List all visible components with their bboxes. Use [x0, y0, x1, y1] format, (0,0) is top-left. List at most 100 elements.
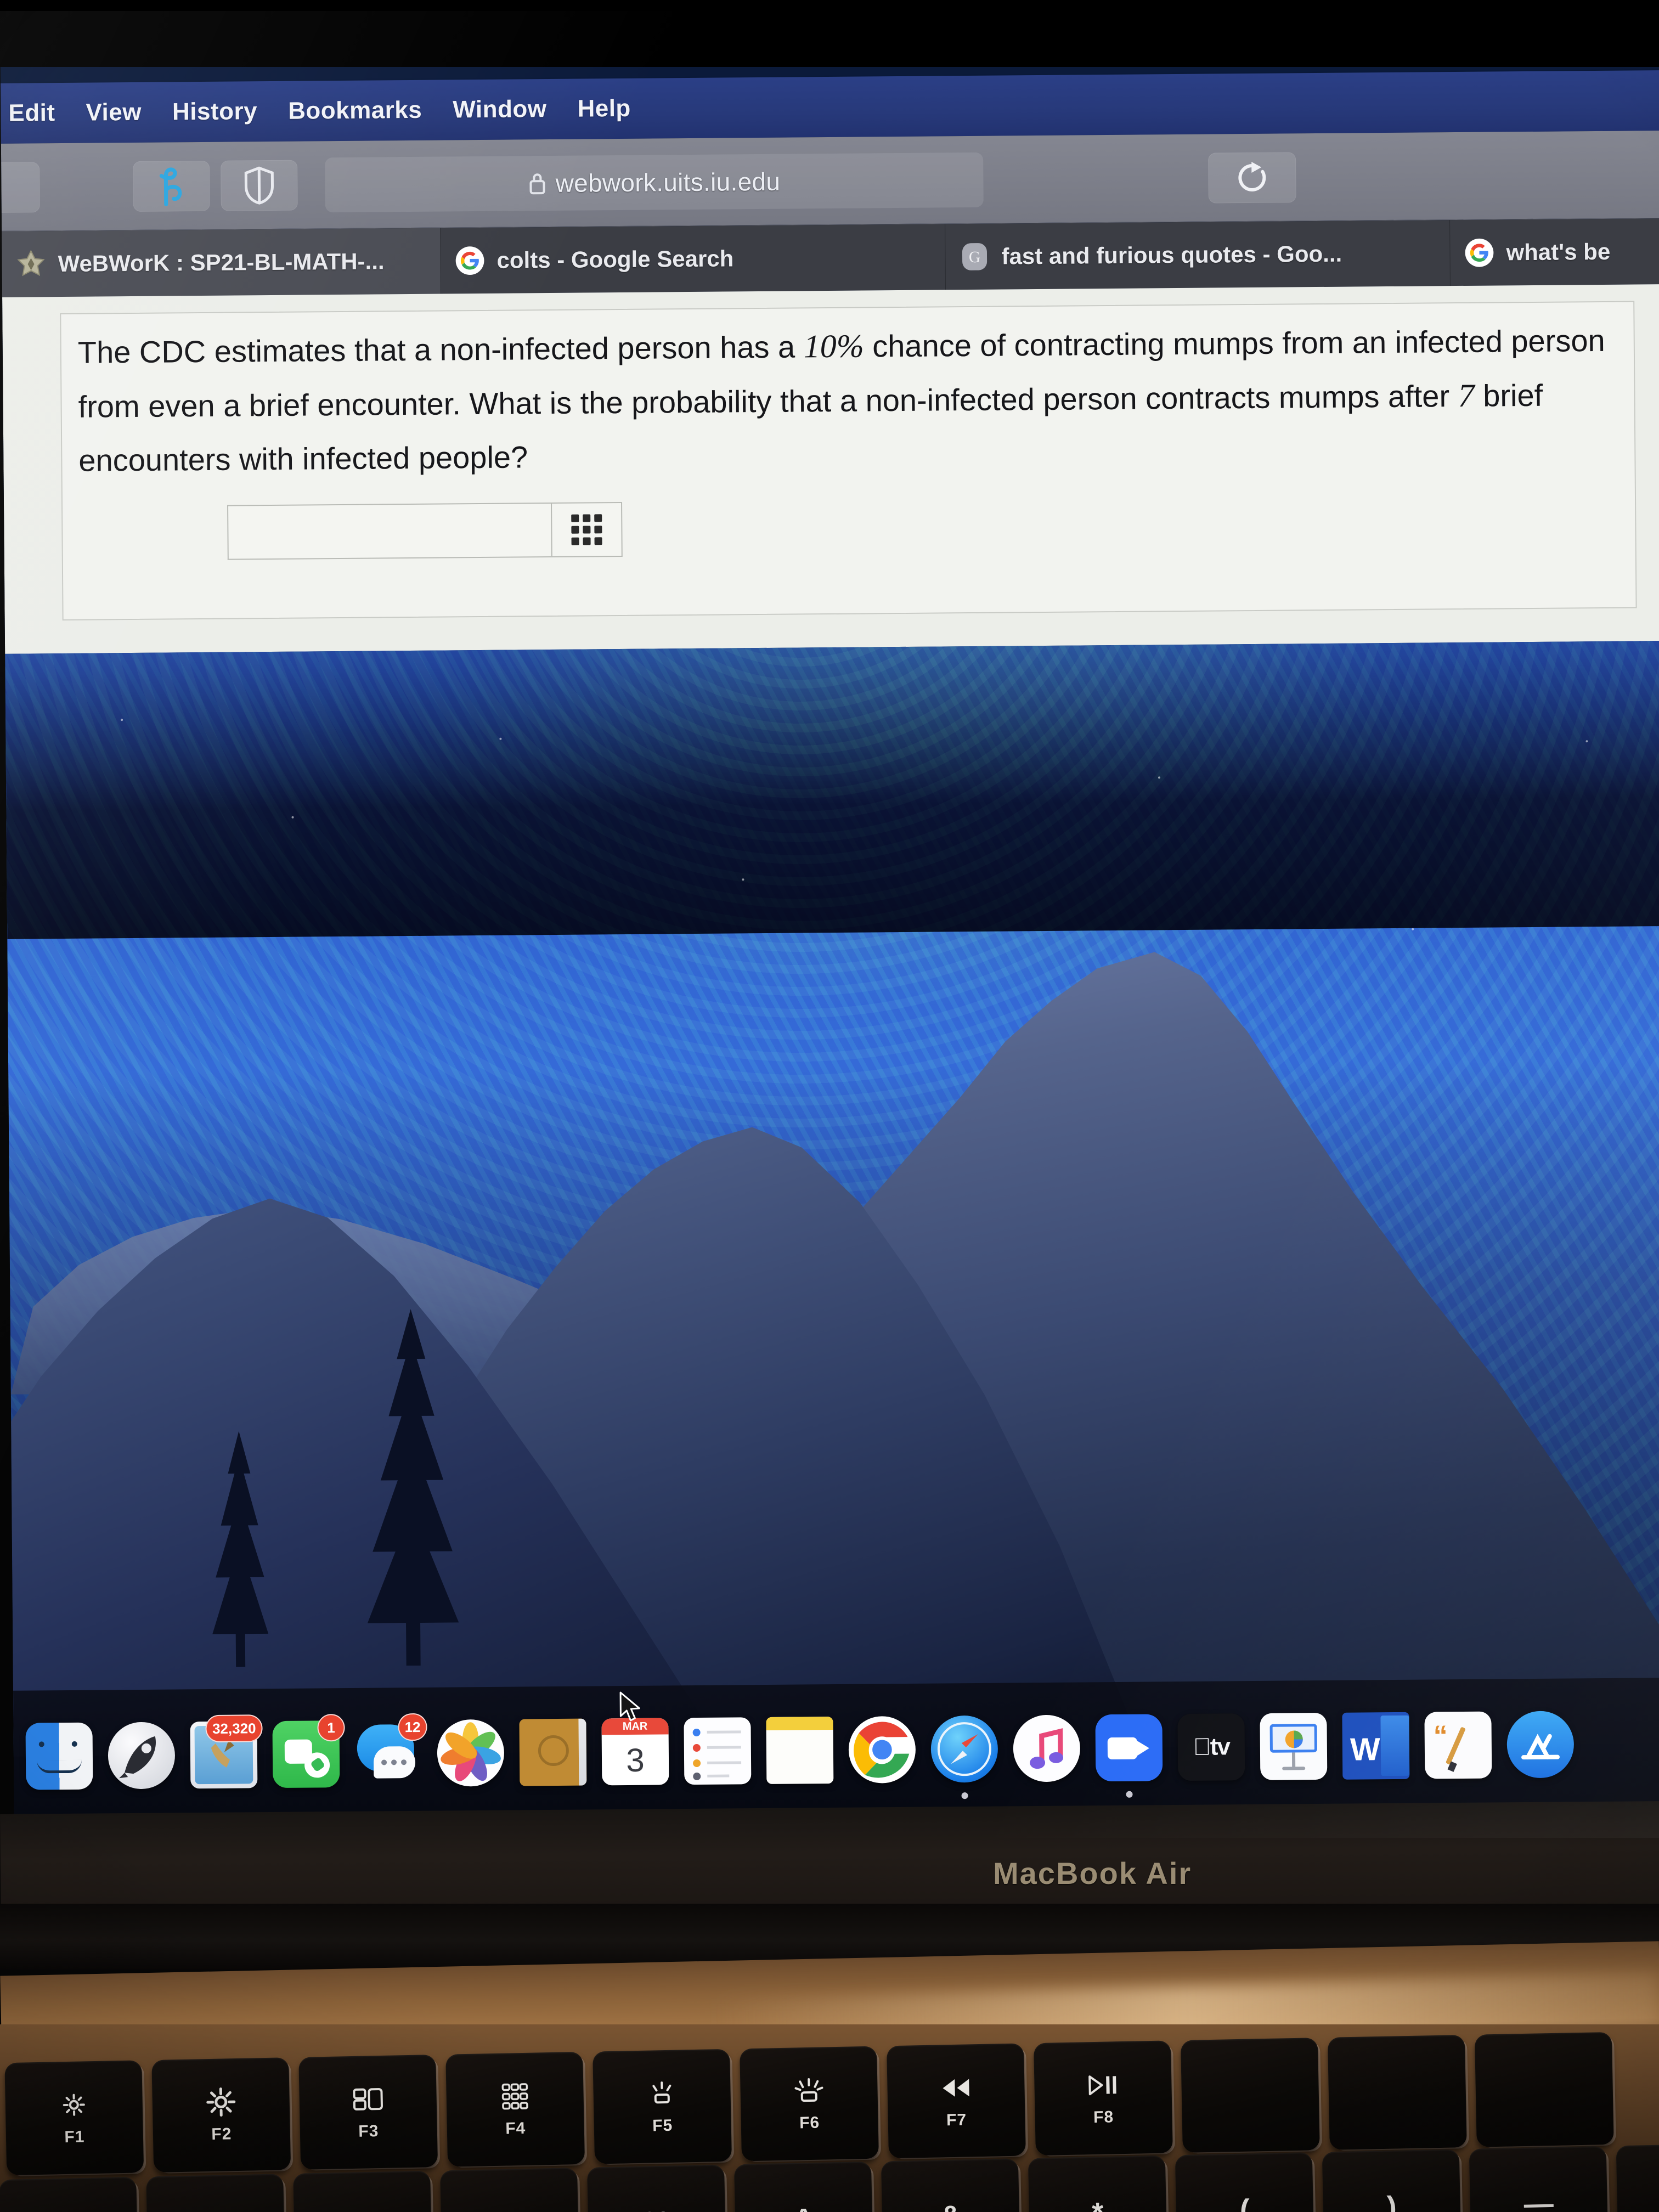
dock-item-messages[interactable]: 12: [347, 1712, 430, 1795]
tab-colts-google-search[interactable]: colts - Google Search: [441, 224, 946, 294]
dock-item-zoom[interactable]: [1087, 1706, 1170, 1798]
tab-label: colts - Google Search: [496, 245, 734, 273]
key-5[interactable]: %: [586, 2164, 727, 2212]
problem-statement: The CDC estimates that a non-infected pe…: [77, 313, 1626, 488]
problem-text-part1: The CDC estimates that a non-infected pe…: [77, 329, 804, 370]
webwork-favicon: [16, 249, 46, 279]
macos-dock: 32,320 1 12 MAR 3 tv W “: [13, 1678, 1659, 1822]
dock-item-reminders[interactable]: [676, 1709, 759, 1792]
safari-toolbar: webwork.uits.iu.edu: [0, 131, 1659, 232]
dock-item-facetime[interactable]: 1: [264, 1713, 347, 1796]
key-3[interactable]: #: [293, 2170, 433, 2212]
key-f2[interactable]: F2: [151, 2057, 291, 2172]
key-9[interactable]: (: [1175, 2152, 1314, 2212]
key-7[interactable]: &: [881, 2158, 1021, 2212]
key-symbol: &: [940, 2199, 962, 2212]
key-label: F2: [211, 2124, 232, 2143]
dock-item-keynote[interactable]: [1252, 1705, 1335, 1788]
key-symbol: ^: [795, 2202, 813, 2212]
google-favicon: [1464, 238, 1494, 267]
problem-percent-value: 10%: [803, 328, 864, 365]
dock-item-apple-tv[interactable]: tv: [1170, 1706, 1252, 1788]
sidebar-icon[interactable]: [0, 162, 40, 213]
key-f5[interactable]: F5: [592, 2049, 732, 2164]
dock-item-launchpad[interactable]: [100, 1714, 183, 1797]
key-f8[interactable]: F8: [1033, 2040, 1173, 2156]
laptop-photo: Edit View History Bookmarks Window Help: [0, 0, 1659, 2212]
key-label: F7: [946, 2111, 967, 2129]
dock-item-notes[interactable]: [758, 1709, 841, 1792]
launchpad-grid-icon: [501, 2080, 529, 2112]
tab-label: what's be: [1506, 238, 1611, 266]
privacy-shield-icon[interactable]: [221, 160, 298, 211]
apple-tv-label: tv: [1201, 1733, 1230, 1760]
key-equals[interactable]: +: [1616, 2143, 1659, 2212]
keynote-chart-icon: [1285, 1730, 1303, 1748]
webwork-page-content: The CDC estimates that a non-infected pe…: [2, 284, 1659, 654]
key-minus[interactable]: —: [1469, 2146, 1609, 2212]
dock-item-chrome[interactable]: [840, 1708, 923, 1791]
brightness-down-icon: [60, 2089, 87, 2120]
key-symbol: (: [1239, 2193, 1250, 2212]
key-f1[interactable]: F1: [4, 2060, 144, 2176]
dock-item-finder[interactable]: [18, 1715, 100, 1798]
calendar-day: 3: [626, 1741, 645, 1779]
laptop-screen: Edit View History Bookmarks Window Help: [0, 4, 1659, 1844]
key-8[interactable]: *: [1028, 2155, 1168, 2212]
address-bar[interactable]: webwork.uits.iu.edu: [325, 152, 984, 213]
dock-item-mail[interactable]: 32,320: [182, 1713, 265, 1796]
key-symbol: *: [1092, 2196, 1104, 2212]
app-store-icon: [1521, 1734, 1560, 1760]
key-label: F3: [358, 2121, 379, 2141]
key-f11[interactable]: [1474, 2032, 1614, 2147]
dock-item-music[interactable]: [1005, 1707, 1088, 1790]
menu-view[interactable]: View: [70, 99, 157, 127]
tab-webwork[interactable]: WeBWorK : SP21-BL-MATH-...: [2, 228, 442, 297]
dock-item-pages[interactable]: “: [1417, 1704, 1499, 1787]
dock-item-microsoft-word[interactable]: W: [1334, 1705, 1417, 1787]
key-label: F1: [64, 2127, 85, 2146]
tab-whats-be[interactable]: what's be: [1450, 218, 1659, 286]
answer-input[interactable]: [227, 503, 551, 560]
keypad-grid: [571, 514, 602, 545]
lock-icon: [529, 173, 545, 195]
running-indicator: [961, 1792, 968, 1799]
menu-help[interactable]: Help: [562, 95, 646, 123]
dock-item-contacts[interactable]: [511, 1711, 594, 1793]
key-f10[interactable]: [1327, 2035, 1467, 2150]
key-f3[interactable]: F3: [298, 2055, 438, 2170]
key-label: F6: [799, 2113, 820, 2132]
tab-fast-and-furious-quotes[interactable]: G fast and furious quotes - Goo...: [945, 220, 1451, 290]
honey-extension-icon[interactable]: [133, 160, 210, 212]
menu-window[interactable]: Window: [437, 95, 562, 124]
menu-edit[interactable]: Edit: [0, 99, 71, 127]
key-symbol: —: [1523, 2187, 1554, 2212]
key-1[interactable]: !: [0, 2176, 139, 2212]
music-note-icon: [1030, 1728, 1064, 1769]
key-f6[interactable]: F6: [740, 2046, 879, 2162]
menu-history[interactable]: History: [157, 98, 273, 126]
keyboard-brightness-down-icon: [648, 2078, 676, 2109]
rewind-icon: [940, 2072, 972, 2103]
macbook-air-label: MacBook Air: [993, 1856, 1192, 1891]
key-2[interactable]: @: [146, 2174, 286, 2212]
key-f4[interactable]: F4: [445, 2051, 585, 2167]
menu-bookmarks[interactable]: Bookmarks: [273, 97, 438, 125]
chrome-icon: [850, 1717, 915, 1782]
key-6[interactable]: ^: [733, 2161, 874, 2212]
messages-badge: 12: [398, 1713, 427, 1741]
key-4[interactable]: $: [440, 2168, 580, 2212]
dock-item-app-store[interactable]: [1499, 1703, 1582, 1786]
key-0[interactable]: ): [1322, 2149, 1462, 2212]
running-indicator: [1126, 1791, 1133, 1798]
reload-icon[interactable]: [1208, 152, 1296, 204]
key-f7[interactable]: F7: [887, 2043, 1026, 2159]
dock-item-photos[interactable]: [429, 1712, 512, 1795]
key-symbol: %: [643, 2205, 670, 2212]
key-label: F5: [652, 2116, 673, 2135]
google-grey-favicon: G: [960, 242, 989, 272]
key-f9[interactable]: [1180, 2038, 1320, 2153]
url-text: webwork.uits.iu.edu: [555, 167, 781, 198]
dock-item-safari[interactable]: [923, 1708, 1006, 1799]
math-keypad-icon[interactable]: [551, 501, 623, 558]
